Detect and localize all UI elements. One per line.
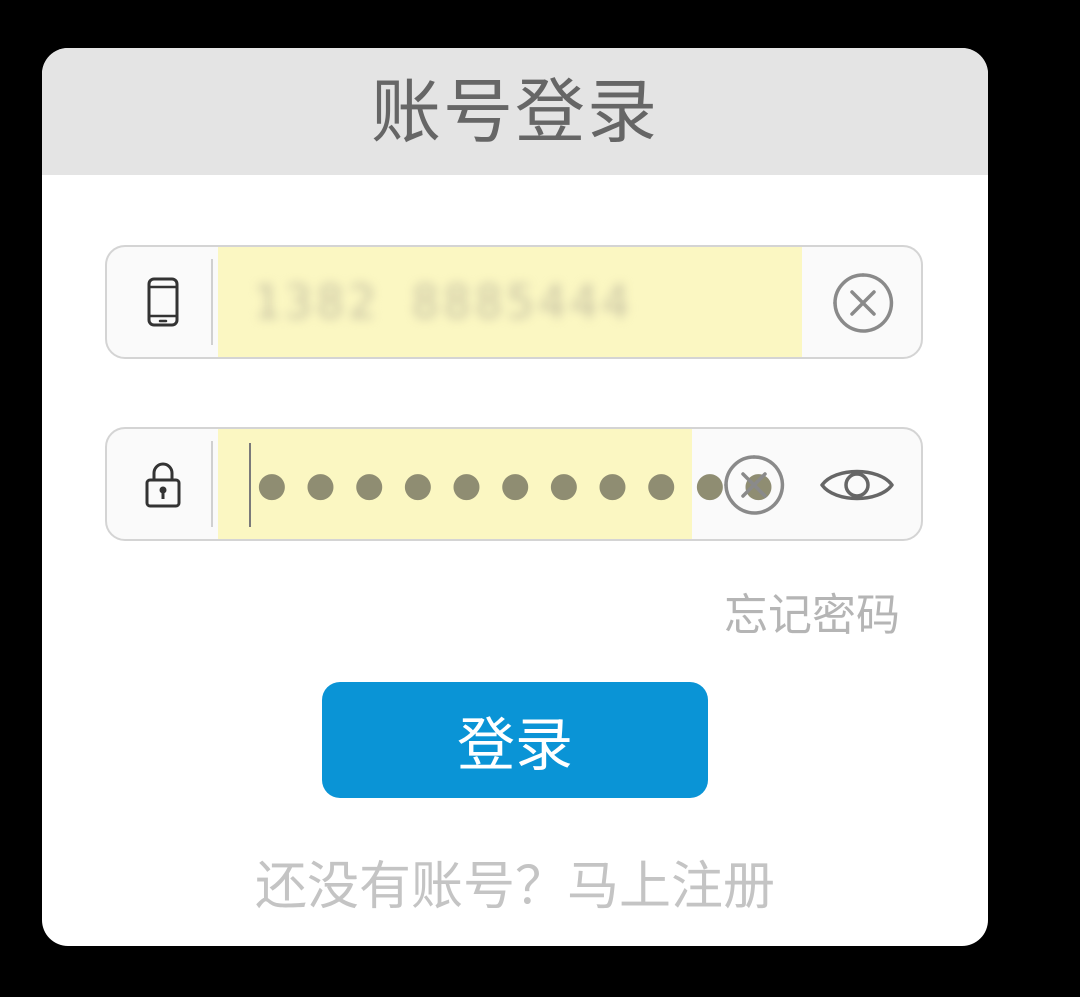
- phone-input-value: 1382 8885444: [253, 275, 634, 329]
- dialog-header: 账号登录: [42, 48, 988, 175]
- login-button[interactable]: 登录: [322, 682, 708, 798]
- register-link[interactable]: 还没有账号？马上注册: [42, 854, 988, 920]
- eye-icon[interactable]: [817, 452, 897, 518]
- phone-field-divider: [211, 259, 213, 345]
- login-dialog: 账号登录 1382 8885444 ●●●●●●●●●●● 忘记密码 登录 还没…: [42, 48, 988, 946]
- dialog-title: 账号登录: [371, 70, 659, 153]
- forgot-password-link[interactable]: 忘记密码: [724, 588, 900, 644]
- password-input-value: ●●●●●●●●●●●: [257, 465, 793, 505]
- clear-circle-icon[interactable]: [721, 452, 787, 518]
- phone-field[interactable]: 1382 8885444: [105, 245, 923, 359]
- lock-icon: [135, 454, 191, 514]
- password-field[interactable]: ●●●●●●●●●●●: [105, 427, 923, 541]
- password-field-divider: [211, 441, 213, 527]
- clear-circle-icon[interactable]: [830, 270, 896, 336]
- phone-icon: [135, 272, 191, 332]
- text-caret: [249, 443, 251, 527]
